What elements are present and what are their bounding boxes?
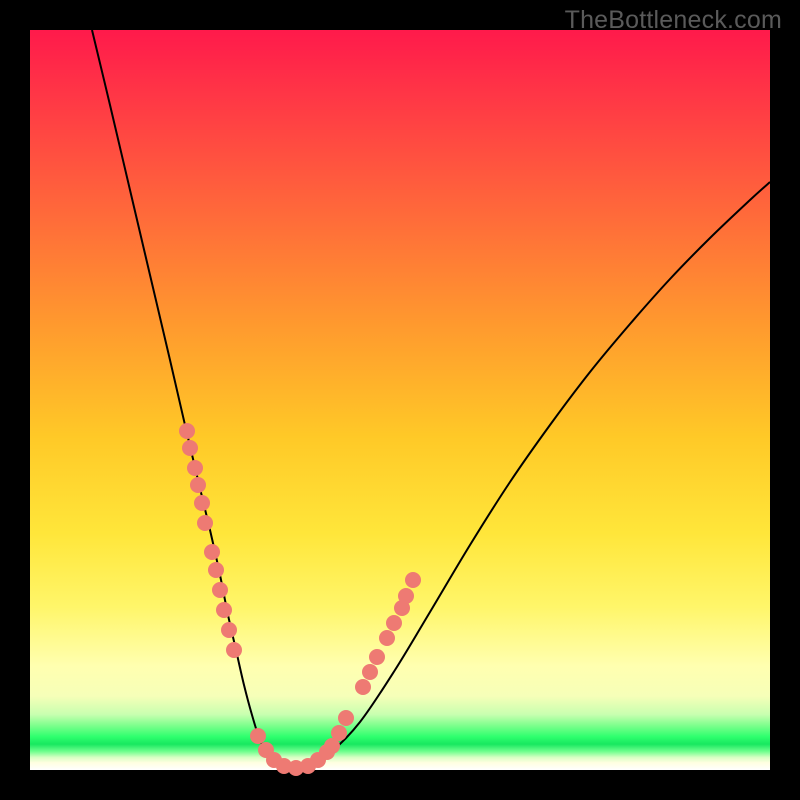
plot-area: [30, 30, 770, 770]
scatter-dot: [187, 460, 203, 476]
scatter-dot: [226, 642, 242, 658]
scatter-dot: [250, 728, 266, 744]
scatter-dot: [398, 588, 414, 604]
scatter-dot: [190, 477, 206, 493]
scatter-dot: [194, 495, 210, 511]
scatter-dot: [204, 544, 220, 560]
scatter-dot: [212, 582, 228, 598]
scatter-dot: [386, 615, 402, 631]
scatter-dot: [216, 602, 232, 618]
scatter-dot: [182, 440, 198, 456]
scatter-dot: [197, 515, 213, 531]
scatter-dot: [362, 664, 378, 680]
scatter-dot: [369, 649, 385, 665]
scatter-dot: [208, 562, 224, 578]
scatter-dot: [405, 572, 421, 588]
scatter-dots: [179, 423, 421, 776]
scatter-dot: [338, 710, 354, 726]
bottleneck-curve: [92, 30, 770, 770]
scatter-dot: [355, 679, 371, 695]
chart-svg: [30, 30, 770, 770]
watermark-text: TheBottleneck.com: [565, 6, 782, 35]
scatter-dot: [221, 622, 237, 638]
scatter-dot: [179, 423, 195, 439]
chart-frame: TheBottleneck.com: [0, 0, 800, 800]
scatter-dot: [379, 630, 395, 646]
scatter-dot: [331, 725, 347, 741]
